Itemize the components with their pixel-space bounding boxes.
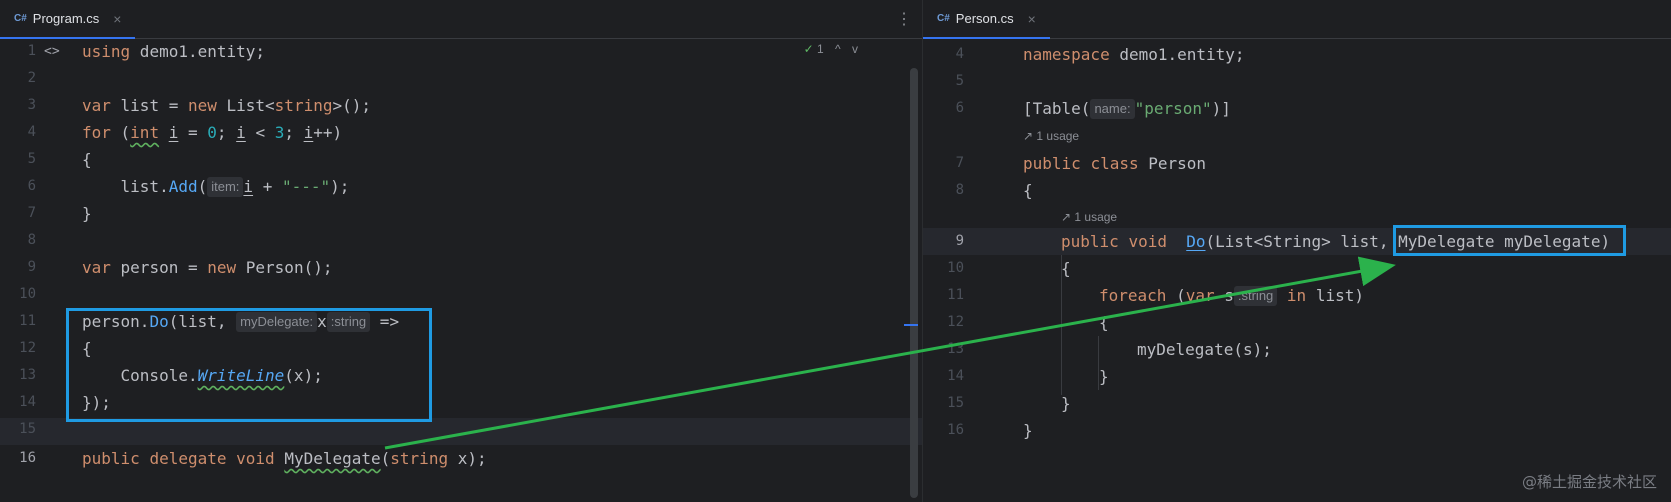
code-line-6: list.Add(item: i + "---"); [82,177,350,197]
left-editor-pane: C# Program.cs × ⋮ <> ✓ 1 ^ v 1 2 3 4 5 6… [0,0,922,502]
line-number: 13 [947,341,964,357]
code-line-9: var person = new Person(); [82,258,333,277]
code-line-5: { [82,150,92,169]
code-line-13: myDelegate(s); [1137,340,1272,359]
line-number: 10 [19,286,36,302]
parameter-highlight-box [1393,225,1626,256]
check-icon: ✓ [803,42,814,56]
code-line-3: var list = new List<string>(); [82,96,371,115]
line-number: 14 [19,394,36,410]
code-line-1: using demo1.entity; [82,42,266,61]
line-number: 16 [19,450,36,466]
vertical-scrollbar[interactable] [910,68,918,498]
line-number: 4 [955,46,964,62]
watermark: @稀土掘金技术社区 [1521,473,1657,491]
right-tab-bar: C# Person.cs × [923,0,1671,39]
tab-label: Person.cs [955,11,1014,26]
line-number: 11 [19,313,36,329]
chevron-up-icon[interactable]: ^ [835,42,841,56]
tab-label: Program.cs [32,11,100,26]
inspection-status[interactable]: ✓ 1 ^ v [804,42,858,56]
line-number: 15 [19,421,36,437]
line-number: 1 [27,43,36,59]
current-line-highlight [0,418,922,445]
left-tab-bar: C# Program.cs × ⋮ [0,0,922,39]
code-line-16: } [1023,421,1033,440]
line-number: 7 [955,155,964,171]
line-number: 12 [947,314,964,330]
usage-hint[interactable]: ↗ 1 usage [1023,126,1079,146]
code-line-16: public delegate void MyDelegate(string x… [82,449,487,468]
external-link-icon: ↗ [1023,129,1034,143]
code-line-6: [Table(name: "person")] [1023,99,1231,119]
line-number: 9 [27,259,36,275]
parameter-hint: name: [1090,99,1135,119]
code-line-4: namespace demo1.entity; [1023,45,1245,64]
chevron-down-icon[interactable]: v [852,42,858,56]
line-number: 9 [955,233,964,249]
code-line-7: } [82,204,92,223]
csharp-file-icon: C# [937,13,950,24]
code-line-11: foreach (var s:string in list) [1099,286,1364,306]
parameter-hint: item: [207,177,244,197]
line-number: 12 [19,340,36,356]
code-line-7: public class Person [1023,154,1207,173]
code-line-12: { [1099,313,1109,332]
code-line-15: } [1061,394,1071,413]
line-number: 16 [947,422,964,438]
tab-program-cs[interactable]: C# Program.cs × [0,0,136,39]
type-hint: :string [1233,286,1278,306]
line-number: 7 [27,205,36,221]
line-number: 6 [27,178,36,194]
line-number: 2 [27,70,36,86]
csharp-file-icon: C# [14,13,27,24]
line-number: 5 [27,151,36,167]
more-options-icon[interactable]: ⋮ [896,9,912,29]
line-number: 8 [27,232,36,248]
inspection-count: 1 [816,42,824,56]
line-number: 14 [947,368,964,384]
code-line-8: { [1023,181,1033,200]
lambda-highlight-box [66,308,432,422]
line-number: 6 [955,100,964,116]
close-icon[interactable]: × [1028,11,1036,27]
code-line-10: { [1061,259,1071,278]
line-number: 11 [947,287,964,303]
line-number: 13 [19,367,36,383]
external-link-icon: ↗ [1061,210,1072,224]
tab-person-cs[interactable]: C# Person.cs × [923,0,1050,39]
usage-hint[interactable]: ↗ 1 usage [1061,207,1117,227]
line-number: 3 [27,97,36,113]
code-line-14: } [1099,367,1109,386]
code-fold-icon[interactable]: <> [44,44,60,59]
line-number: 4 [27,124,36,140]
right-editor-pane: C# Person.cs × 4 5 6 7 8 9 10 11 12 13 1… [923,0,1671,502]
splitter-marker [904,324,918,326]
line-number: 8 [955,182,964,198]
line-number: 10 [947,260,964,276]
line-number: 15 [947,395,964,411]
close-icon[interactable]: × [113,11,121,27]
code-line-4: for (int i = 0; i < 3; i++) [82,123,343,142]
line-number: 5 [955,73,964,89]
